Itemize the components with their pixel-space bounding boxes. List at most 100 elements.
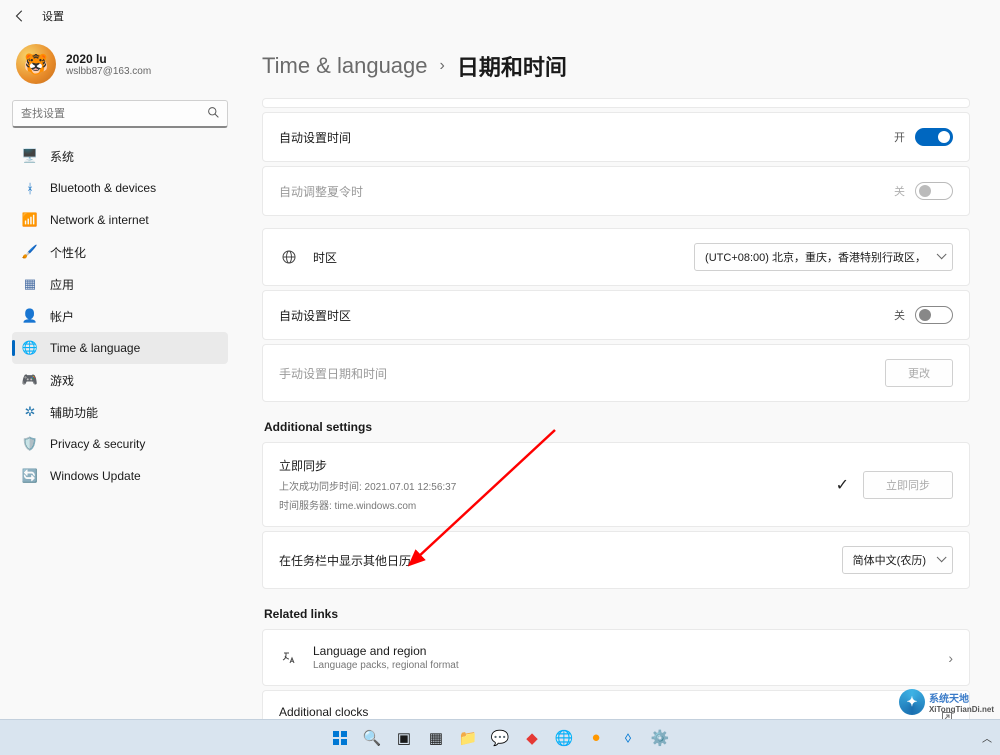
search-taskbar-icon[interactable]: 🔍 <box>358 724 386 752</box>
sync-card: 立即同步 上次成功同步时间: 2021.07.01 12:56:37 时间服务器… <box>262 442 970 527</box>
user-profile[interactable]: 🐯 2020 lu wslbb87@163.com <box>12 40 228 98</box>
sidebar-item--[interactable]: 🖌️ 个性化 <box>12 236 228 268</box>
section-related: Related links <box>264 607 970 621</box>
system-tray[interactable]: ︿ <box>982 730 992 745</box>
setting-auto-timezone: 自动设置时区 关 <box>262 290 970 340</box>
sidebar-item-label: Windows Update <box>50 469 141 483</box>
timezone-label: 时区 <box>313 249 694 266</box>
vscode-icon[interactable]: ⬨ <box>614 724 642 752</box>
user-name: 2020 lu <box>66 52 151 66</box>
sidebar-item-label: 帐户 <box>50 308 74 325</box>
sync-server: 时间服务器: time.windows.com <box>279 497 836 512</box>
app-icon-2[interactable]: ● <box>582 724 610 752</box>
setting-dst: 自动调整夏令时 关 <box>262 166 970 216</box>
auto-time-label: 自动设置时间 <box>279 129 894 146</box>
sidebar-item--[interactable]: 👤 帐户 <box>12 300 228 332</box>
nav-icon: ᚼ <box>22 180 38 196</box>
lang-region-title: Language and region <box>313 644 948 658</box>
setting-auto-time: 自动设置时间 开 <box>262 112 970 162</box>
setting-manual-time: 手动设置日期和时间 更改 <box>262 344 970 402</box>
dst-label: 自动调整夏令时 <box>279 183 894 200</box>
timezone-dropdown[interactable]: (UTC+08:00) 北京，重庆，香港特别行政区， <box>694 243 953 271</box>
tray-chevron-icon[interactable]: ︿ <box>982 730 992 745</box>
sidebar-item-label: Network & internet <box>50 213 149 227</box>
search-icon <box>207 106 220 122</box>
sidebar-item--[interactable]: ✲ 辅助功能 <box>12 396 228 428</box>
search-input[interactable] <box>12 100 228 128</box>
main-content: Time & language › 日期和时间 自动设置时间 开 自动调整夏令时… <box>240 32 1000 719</box>
sidebar-item-label: 游戏 <box>50 372 74 389</box>
sidebar-item-label: 辅助功能 <box>50 404 98 421</box>
nav-icon: 🌐 <box>22 340 38 356</box>
start-button[interactable] <box>326 724 354 752</box>
back-button[interactable] <box>12 8 28 24</box>
add-clocks-title: Additional clocks <box>279 705 941 719</box>
chevron-right-icon: › <box>440 57 445 75</box>
lang-region-sub: Language packs, regional format <box>313 660 948 671</box>
sidebar-item-label: Privacy & security <box>50 437 145 451</box>
auto-tz-label: 自动设置时区 <box>279 307 894 324</box>
nav-icon: 🖥️ <box>22 148 38 164</box>
sidebar: 🐯 2020 lu wslbb87@163.com 🖥️ 系统 ᚼ Bluetooth… <box>0 32 240 719</box>
link-additional-clocks[interactable]: Additional clocks Clocks for different t… <box>262 690 970 719</box>
sidebar-item-label: Time & language <box>50 341 140 355</box>
sidebar-item-time-language[interactable]: 🌐 Time & language <box>12 332 228 364</box>
breadcrumb-parent[interactable]: Time & language <box>262 53 428 79</box>
section-additional: Additional settings <box>264 420 970 434</box>
avatar: 🐯 <box>16 44 56 84</box>
sidebar-item-windows-update[interactable]: 🔄 Windows Update <box>12 460 228 492</box>
toggle-state: 关 <box>894 183 905 199</box>
nav-icon: ✲ <box>22 404 38 420</box>
app-icon[interactable]: ◆ <box>518 724 546 752</box>
sync-title: 立即同步 <box>279 457 836 474</box>
manual-label: 手动设置日期和时间 <box>279 365 885 382</box>
widgets-icon[interactable]: ▦ <box>422 724 450 752</box>
taskbar-calendar-dropdown[interactable]: 简体中文(农历) <box>842 546 953 574</box>
toggle-state: 关 <box>894 307 905 323</box>
sidebar-item-bluetooth-devices[interactable]: ᚼ Bluetooth & devices <box>12 172 228 204</box>
watermark: ✦ 系统天地 XiTongTianDi.net <box>899 689 994 715</box>
sidebar-item-label: Bluetooth & devices <box>50 181 156 195</box>
nav-icon: ▦ <box>22 276 38 292</box>
sidebar-item-label: 个性化 <box>50 244 86 261</box>
change-button: 更改 <box>885 359 953 387</box>
explorer-icon[interactable]: 📁 <box>454 724 482 752</box>
auto-tz-toggle[interactable] <box>915 306 953 324</box>
chevron-right-icon: › <box>948 650 953 666</box>
app-title: 设置 <box>42 8 64 24</box>
nav-icon: 📶 <box>22 212 38 228</box>
breadcrumb: Time & language › 日期和时间 <box>262 50 970 82</box>
scroll-edge <box>262 98 970 108</box>
task-view-icon[interactable]: ▣ <box>390 724 418 752</box>
nav-icon: 🔄 <box>22 468 38 484</box>
language-icon <box>279 650 299 666</box>
sidebar-item-privacy-security[interactable]: 🛡️ Privacy & security <box>12 428 228 460</box>
setting-timezone: 时区 (UTC+08:00) 北京，重庆，香港特别行政区， <box>262 228 970 286</box>
dst-toggle <box>915 182 953 200</box>
sync-last: 上次成功同步时间: 2021.07.01 12:56:37 <box>279 478 836 493</box>
taskbar-cal-label: 在任务栏中显示其他日历 <box>279 552 842 569</box>
sidebar-item--[interactable]: 🖥️ 系统 <box>12 140 228 172</box>
nav-icon: 🛡️ <box>22 436 38 452</box>
chrome-icon[interactable]: 🌐 <box>550 724 578 752</box>
auto-time-toggle[interactable] <box>915 128 953 146</box>
taskbar: 🔍 ▣ ▦ 📁 💬 ◆ 🌐 ● ⬨ ⚙️ ︿ <box>0 719 1000 755</box>
nav-icon: 🎮 <box>22 372 38 388</box>
link-language-region[interactable]: Language and region Language packs, regi… <box>262 629 970 686</box>
check-icon: ✓ <box>836 475 849 495</box>
toggle-state: 开 <box>894 129 905 145</box>
sidebar-item-label: 系统 <box>50 148 74 165</box>
sidebar-item--[interactable]: 🎮 游戏 <box>12 364 228 396</box>
sidebar-item-network-internet[interactable]: 📶 Network & internet <box>12 204 228 236</box>
sync-now-button[interactable]: 立即同步 <box>863 471 953 499</box>
setting-taskbar-calendar: 在任务栏中显示其他日历 简体中文(农历) <box>262 531 970 589</box>
user-email: wslbb87@163.com <box>66 66 151 77</box>
nav-icon: 🖌️ <box>22 244 38 260</box>
settings-taskbar-icon[interactable]: ⚙️ <box>646 724 674 752</box>
page-title: 日期和时间 <box>457 50 567 82</box>
sidebar-item--[interactable]: ▦ 应用 <box>12 268 228 300</box>
nav-icon: 👤 <box>22 308 38 324</box>
globe-icon <box>279 249 299 265</box>
sidebar-item-label: 应用 <box>50 276 74 293</box>
wechat-icon[interactable]: 💬 <box>486 724 514 752</box>
